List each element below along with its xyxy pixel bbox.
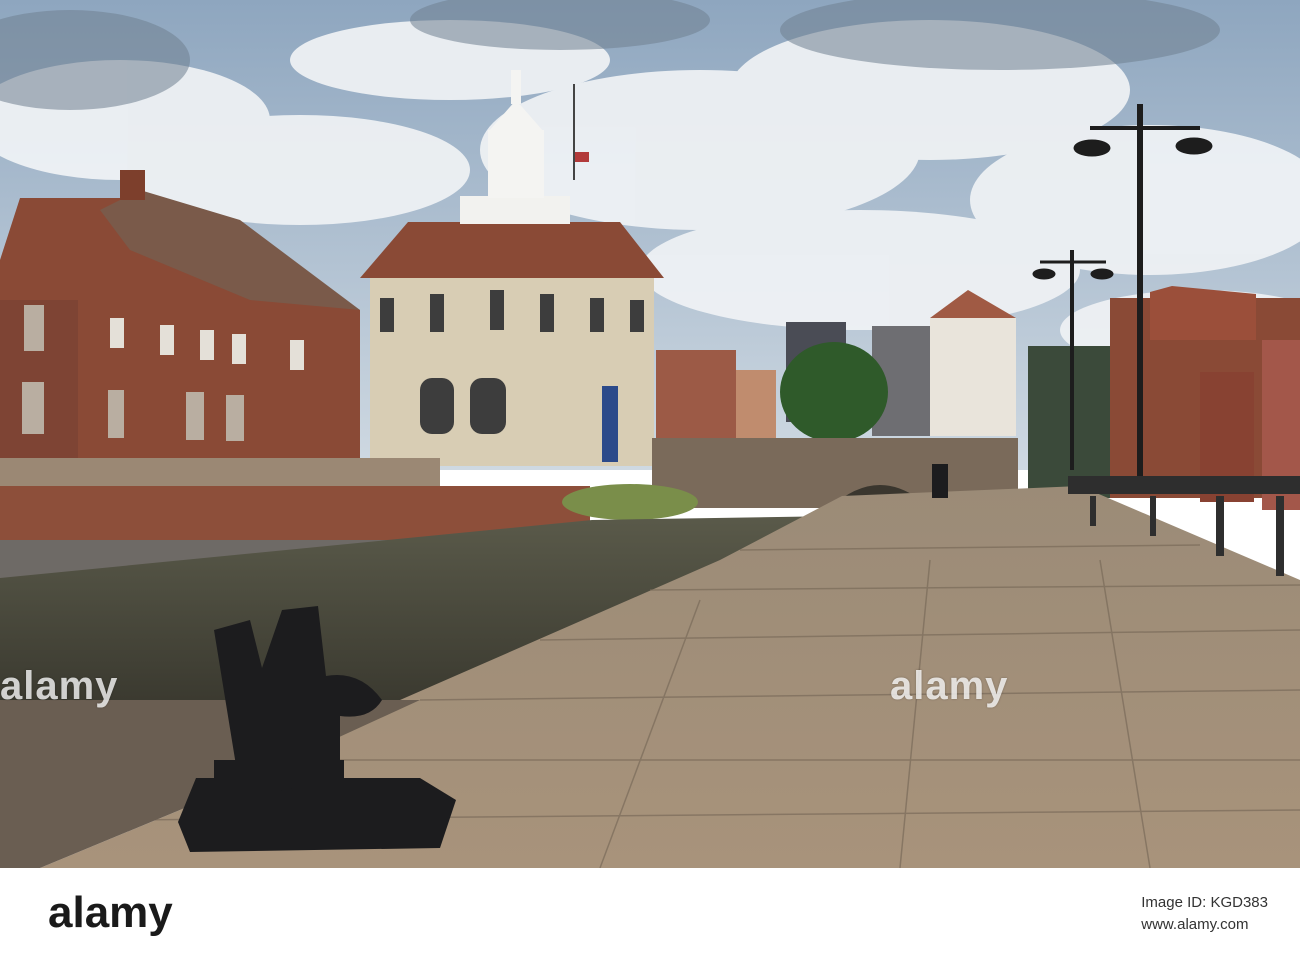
tree (780, 342, 888, 442)
photo-scene: alamy alamy (0, 0, 1300, 868)
page: alamy alamy alamy Image ID: KGD383 www.a… (0, 0, 1300, 956)
footer-bar: alamy Image ID: KGD383 www.alamy.com (0, 868, 1300, 956)
footer-meta: Image ID: KGD383 www.alamy.com (1141, 892, 1268, 936)
footer-logo: alamy (48, 888, 173, 937)
image-id-label: Image ID: KGD383 (1141, 894, 1268, 911)
harbour-scene-illustration (0, 0, 1300, 868)
site-url-label: www.alamy.com (1141, 916, 1249, 933)
reeds (562, 484, 698, 520)
distant-bollard (932, 464, 948, 498)
